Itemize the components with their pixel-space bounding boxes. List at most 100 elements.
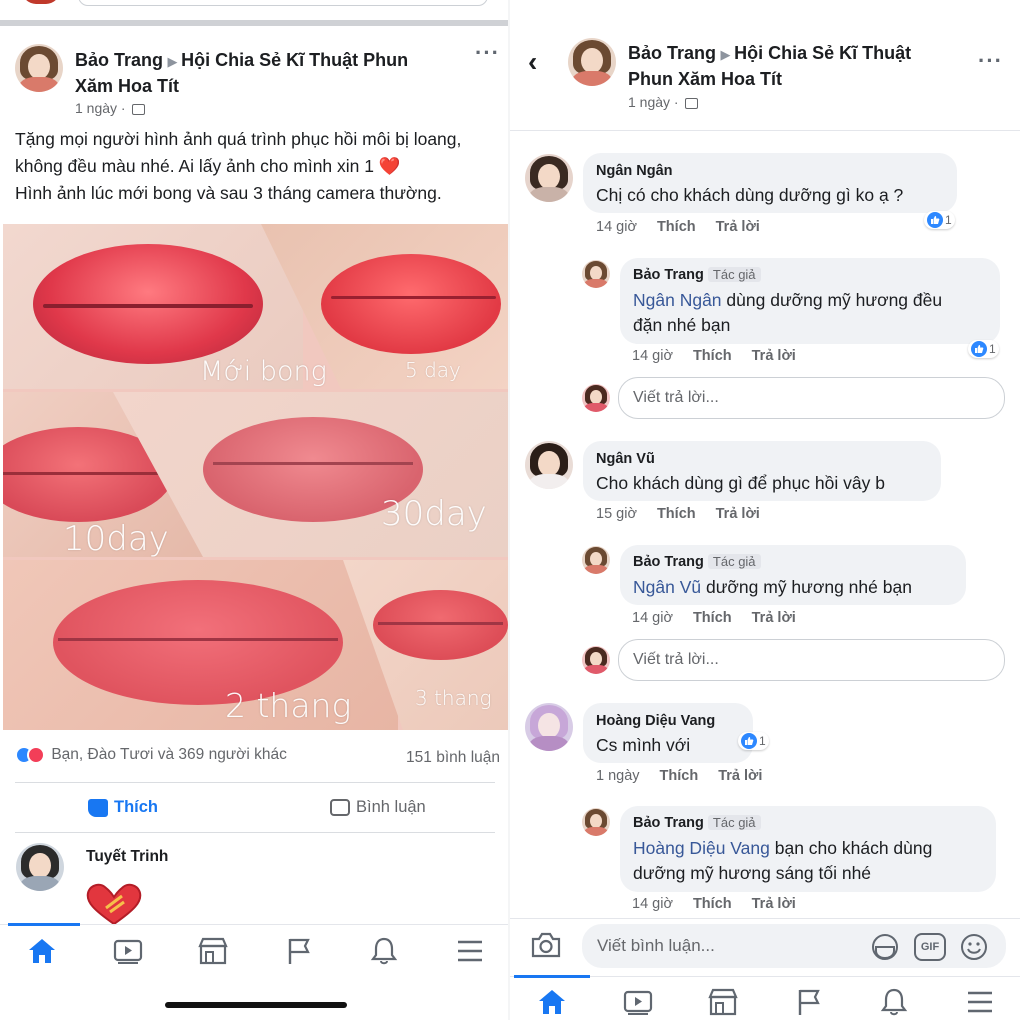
comment-time[interactable]: 1 ngày [596,768,640,784]
author-name[interactable]: Bảo Trang [75,50,163,70]
like-count: 1 [759,734,766,748]
reply-text-line1: bạn cho khách dùng [774,838,933,858]
bottom-nav [0,928,510,988]
comments-count[interactable]: 151 bình luận [406,749,500,767]
commenter-name[interactable]: Ngân Vũ [596,451,655,467]
reply-time[interactable]: 14 giờ [632,610,673,626]
home-indicator [165,1002,347,1008]
comment-like-count[interactable]: 1 [924,211,955,229]
group-name-line2[interactable]: Phun Xăm Hoa Tít [628,69,782,89]
marketplace-icon[interactable] [703,982,743,1020]
camera-icon[interactable] [530,931,562,964]
pages-flag-icon[interactable] [279,931,319,971]
comment-bubble: Ngân Ngân Chị có cho khách dùng dưỡng gì… [583,153,957,213]
gif-button[interactable]: GIF [914,933,946,961]
author-name[interactable]: Bảo Trang [628,43,716,63]
group-name-line1[interactable]: Hội Chia Sẻ Kĩ Thuật [734,43,911,63]
divider [15,782,495,783]
comment-time[interactable]: 14 giờ [596,219,637,235]
mention-link[interactable]: Ngân Ngân [633,290,722,310]
comment-reply-button[interactable]: Trả lời [716,219,760,235]
reply-input[interactable]: Viết trả lời... [618,639,1005,681]
menu-icon[interactable] [450,931,490,971]
menu-icon[interactable] [960,982,1000,1020]
comment-time[interactable]: 15 giờ [596,506,637,522]
reply-time[interactable]: 14 giờ [632,896,673,912]
video-icon[interactable] [108,931,148,971]
home-icon[interactable] [22,931,62,971]
post-time[interactable]: 1 ngày · [628,94,679,110]
commenter-name[interactable]: Tuyết Trinh [86,848,168,866]
reply-header: Bảo Trang Tác giả [633,815,761,831]
comment-like-button[interactable]: Thích [657,219,696,235]
reply-avatar[interactable] [582,808,610,836]
heart-sticker-icon [84,882,144,926]
divider [510,130,1020,131]
red-heart-icon: ❤️ [378,156,401,176]
reply-text-line1: dùng dưỡng mỹ hương đều [726,290,943,310]
group-name-line2[interactable]: Xăm Hoa Tít [75,76,179,96]
reply-header: Bảo Trang Tác giả [633,267,761,283]
post-time[interactable]: 1 ngày · [75,100,126,116]
profile-icon[interactable] [22,0,60,4]
post-photo-collage[interactable]: Mới bong 5 day 10day 30day 2 thang 3 tha… [3,224,509,730]
reply-avatar[interactable] [582,260,610,288]
mention-link[interactable]: Ngân Vũ [633,577,701,597]
more-options-icon[interactable]: ··· [978,48,1003,74]
marketplace-icon[interactable] [193,931,233,971]
reply-reply-button[interactable]: Trả lời [752,896,796,912]
comment-like-button[interactable]: Thích [660,768,699,784]
reply-reply-button[interactable]: Trả lời [752,610,796,626]
love-reaction-icon [27,746,45,764]
more-options-icon[interactable]: ··· [475,40,500,66]
author-avatar[interactable] [568,38,616,86]
comment-reply-button[interactable]: Trả lời [716,506,760,522]
commenter-name[interactable]: Ngân Ngân [596,163,673,179]
author-avatar[interactable] [15,44,63,92]
comment-like-button[interactable]: Thích [657,506,696,522]
mention-link[interactable]: Hoàng Diệu Vang [633,838,770,858]
reply-like-button[interactable]: Thích [693,348,732,364]
reply-like-button[interactable]: Thích [693,896,732,912]
reply-like-count[interactable]: 1 [968,340,999,358]
reply-avatar[interactable] [582,546,610,574]
like-button[interactable]: Thích [88,798,158,817]
reactions-summary[interactable]: Bạn, Đào Tươi và 369 người khác 151 bình… [15,746,500,772]
reply-input[interactable]: Viết trả lời... [618,377,1005,419]
emoji-icon[interactable] [959,932,989,967]
reply-text: Hoàng Diệu Vang bạn cho khách dùng dưỡng … [633,836,993,886]
commenter-avatar[interactable] [525,441,573,489]
search-input[interactable] [78,0,488,6]
commenter-avatar[interactable] [16,843,64,891]
reply-text-line2: đặn nhé bạn [633,315,731,335]
sticker-icon[interactable] [870,932,900,967]
reply-like-button[interactable]: Thích [693,610,732,626]
reply-author-name[interactable]: Bảo Trang [633,815,704,831]
home-icon[interactable] [532,982,572,1020]
active-tab-indicator [8,923,80,926]
back-chevron-icon[interactable]: ‹ [528,46,537,78]
group-name-line1[interactable]: Hội Chia Sẻ Kĩ Thuật Phun [181,50,408,70]
reply-bubble: Bảo Trang Tác giả Ngân Ngân dùng dưỡng mỹ… [620,258,1000,344]
bell-icon[interactable] [874,982,914,1020]
like-count: 1 [945,213,952,227]
post-meta: 1 ngày · [628,94,699,110]
reply-author-name[interactable]: Bảo Trang [633,267,704,283]
comment-reply-button[interactable]: Trả lời [718,768,762,784]
top-bar [0,0,510,28]
left-screenshot-panel: Bảo Trang ▶ Hội Chia Sẻ Kĩ Thuật Phun Xă… [0,0,510,1020]
commenter-avatar[interactable] [525,154,573,202]
video-icon[interactable] [618,982,658,1020]
reactions-text: Bạn, Đào Tươi và 369 người khác [51,746,287,764]
comment-like-count[interactable]: 1 [738,732,769,750]
label-moi-bong: Mới bong [200,356,327,387]
comment-button[interactable]: Bình luận [330,798,426,817]
bell-icon[interactable] [364,931,404,971]
commenter-name[interactable]: Hoàng Diệu Vang [596,713,715,729]
commenter-avatar[interactable] [525,703,573,751]
reply-reply-button[interactable]: Trả lời [752,348,796,364]
group-privacy-icon [132,103,146,115]
reply-author-name[interactable]: Bảo Trang [633,554,704,570]
pages-flag-icon[interactable] [789,982,829,1020]
reply-time[interactable]: 14 giờ [632,348,673,364]
